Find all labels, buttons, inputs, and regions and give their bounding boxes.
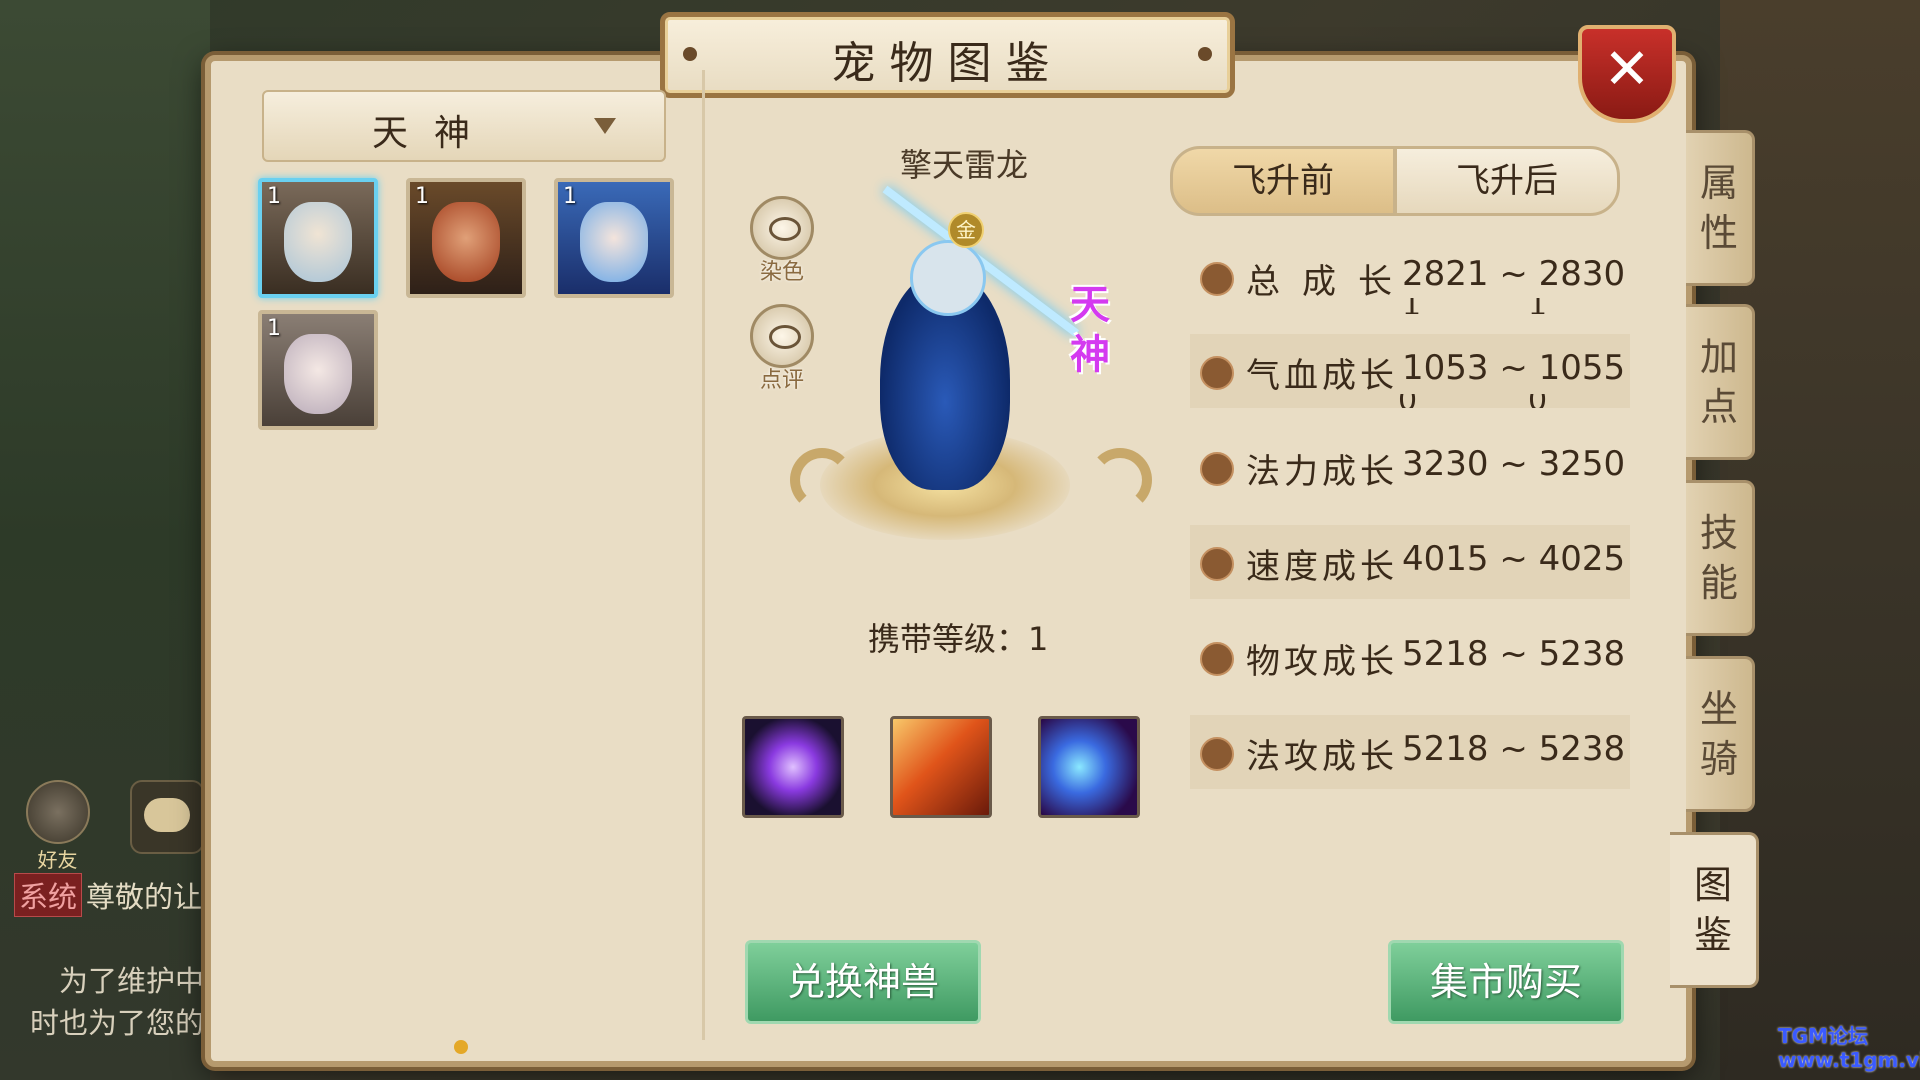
friend-label: 好友 [37, 848, 78, 872]
pet-thumb-2[interactable]: 1 [406, 178, 526, 298]
exchange-divine-beast-button[interactable]: 兑换神兽 [745, 940, 981, 1024]
rotate-left-button[interactable] [790, 448, 854, 528]
watermark: TGM论坛 www.t1gm.vip [1778, 1024, 1920, 1072]
carry-level: 携带等级：1 [868, 614, 1048, 660]
title-plate: 宠物图鉴 [660, 12, 1235, 98]
chat-button[interactable] [130, 780, 204, 854]
divine-type-tag: 天神 [1070, 282, 1110, 378]
heart-icon [1200, 356, 1234, 390]
stat-overflow-min: 0 [1398, 394, 1418, 408]
pet-portrait [284, 202, 352, 282]
side-tab-label: 坐骑 [1699, 687, 1738, 781]
carry-level-value: 1 [1028, 620, 1049, 658]
system-tag: 系统 [14, 873, 83, 917]
scene-left [0, 0, 210, 1080]
pet-thumb-1[interactable]: 1 [258, 178, 378, 298]
skill-slot-1[interactable] [742, 716, 844, 818]
pet-thumb-3[interactable]: 1 [554, 178, 674, 298]
side-tab-label: 属性 [1699, 161, 1738, 255]
stat-value: 2821 ~ 2830 [1402, 254, 1626, 294]
skill-slot-2[interactable] [890, 716, 992, 818]
rotate-right-button[interactable] [1088, 448, 1152, 528]
pet-thumb-level: 1 [267, 184, 281, 209]
pet-portrait [284, 334, 352, 414]
page-indicator-dot [454, 1040, 468, 1054]
pet-thumb-level: 1 [415, 184, 429, 209]
stat-label: 气血成长 [1246, 356, 1398, 396]
stat-label: 法力成长 [1246, 452, 1398, 492]
stat-value: 5218 ~ 5238 [1402, 634, 1626, 674]
drop-icon [1200, 452, 1234, 486]
side-tab-label: 图鉴 [1693, 863, 1732, 957]
pet-thumb-4[interactable]: 1 [258, 310, 378, 430]
category-dropdown[interactable]: 天神 [262, 90, 666, 162]
lightning-icon [1200, 547, 1234, 581]
pet-portrait [580, 202, 648, 282]
system-message: 系统 尊敬的让 [14, 873, 202, 917]
close-button[interactable]: ✕ [1578, 25, 1676, 123]
stat-label: 物攻成长 [1246, 642, 1398, 682]
side-tab-label: 加点 [1699, 335, 1738, 429]
pet-head [910, 240, 986, 316]
stat-label: 法攻成长 [1246, 737, 1398, 777]
friend-button[interactable]: 好友 [20, 780, 95, 872]
title-ornament [1198, 47, 1212, 61]
pet-portrait [432, 202, 500, 282]
chat-bubble-icon [144, 798, 190, 832]
window-title: 宠物图鉴 [831, 38, 1064, 89]
side-tab-codex[interactable]: 图鉴 [1670, 832, 1759, 988]
gold-badge: 金 [948, 212, 984, 248]
pet-thumb-level: 1 [267, 316, 281, 341]
stat-row-mp-growth: 法力成长 3230 ~ 3250 [1190, 430, 1630, 504]
stat-overflow-max: 0 [1528, 394, 1548, 408]
stat-label: 总成长 [1246, 262, 1414, 302]
stat-row-magic-attack-growth: 法攻成长 5218 ~ 5238 [1190, 715, 1630, 789]
rotate-right-icon [1088, 448, 1152, 512]
watermark-line-1: TGM论坛 [1778, 1024, 1868, 1048]
system-text: 尊敬的让 [86, 880, 203, 914]
stat-row-physical-attack-growth: 物攻成长 5218 ~ 5238 [1190, 620, 1630, 694]
side-tab-mount[interactable]: 坐骑 [1686, 656, 1755, 812]
stat-value: 5218 ~ 5238 [1402, 729, 1626, 769]
stat-value: 1053 ~ 1055 [1402, 348, 1626, 388]
tab-before-ascension[interactable]: 飞升前 [1170, 146, 1396, 216]
skill-slot-3[interactable] [1038, 716, 1140, 818]
stat-overflow-max: 1 [1528, 298, 1548, 314]
side-tab-points[interactable]: 加点 [1686, 304, 1755, 460]
tab-after-ascension[interactable]: 飞升后 [1394, 146, 1620, 216]
stat-row-speed-growth: 速度成长 4015 ~ 4025 [1190, 525, 1630, 599]
chevron-down-icon [594, 118, 616, 134]
notice-line-1: 为了维护中 [58, 964, 204, 998]
sword-icon [1200, 642, 1234, 676]
watermark-line-2: www.t1gm.vip [1778, 1048, 1920, 1072]
pet-thumb-level: 1 [563, 184, 577, 209]
carry-level-label: 携带等级： [868, 620, 1029, 658]
pet-list-panel: 天神 1 1 1 1 [222, 70, 705, 1054]
side-tab-attributes[interactable]: 属性 [1686, 130, 1755, 286]
side-tab-skills[interactable]: 技能 [1686, 480, 1755, 636]
fire-icon [1200, 737, 1234, 771]
stat-label: 速度成长 [1246, 547, 1398, 587]
category-selected: 天神 [371, 113, 496, 154]
close-icon: ✕ [1603, 37, 1651, 102]
stat-value: 4015 ~ 4025 [1402, 539, 1626, 579]
growth-icon [1200, 262, 1234, 296]
stat-overflow-min: 1 [1402, 298, 1422, 314]
rotate-left-icon [790, 448, 854, 512]
stat-row-hp-growth: 气血成长 1053 ~ 1055 0 0 [1190, 334, 1630, 408]
notice-line-2: 时也为了您的 [29, 1006, 204, 1040]
notice-text: 为了维护中 时也为了您的 [14, 960, 204, 1044]
market-buy-button[interactable]: 集市购买 [1388, 940, 1624, 1024]
side-tab-label: 技能 [1699, 511, 1738, 605]
friend-icon [25, 780, 90, 844]
stat-row-total-growth: 总成长 2821 ~ 2830 1 1 [1190, 240, 1630, 314]
stat-value: 3230 ~ 3250 [1402, 444, 1626, 484]
